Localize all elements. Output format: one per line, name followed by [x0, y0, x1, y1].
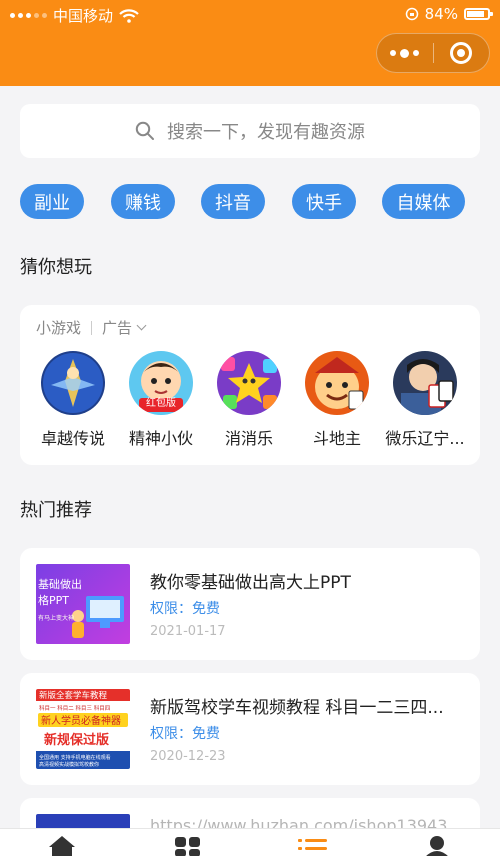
signal-icon: [10, 13, 47, 18]
tag-button[interactable]: 自媒体: [382, 184, 465, 219]
wifi-icon: [119, 8, 139, 23]
thumb-text: 新人学员必备神器: [41, 714, 121, 727]
thumb-text: 科目一 科目二 科目三 科目四: [39, 704, 110, 712]
carrier-label: 中国移动: [53, 7, 114, 25]
list-item[interactable]: 基础做出 格PPT 有马上变大神 教你零基础做出高大上PPT 权限：免费 202…: [20, 548, 480, 660]
item-title: 新版驾校学车视频教程 科目一二三四...: [150, 698, 444, 718]
tag-button[interactable]: 副业: [20, 184, 84, 219]
chevron-down-icon[interactable]: [136, 320, 147, 331]
thumb-text: 新版全套学车教程: [39, 690, 108, 701]
grid-icon[interactable]: [173, 833, 203, 856]
games-source-label: 小游戏: [36, 319, 82, 337]
search-icon: [135, 121, 154, 140]
tab-bar: [0, 828, 500, 856]
permission-label: 权限：免费: [150, 601, 220, 617]
list-icon[interactable]: [298, 833, 328, 856]
game-name: 斗地主: [312, 429, 361, 448]
item-date: 2020-12-23: [150, 749, 226, 764]
search-box[interactable]: 搜索一下，发现有趣资源: [20, 104, 480, 158]
mini-games-card: 小游戏 广告 卓越传说 红包版 精神小伙 消消乐 斗地主 微乐辽宁...: [20, 305, 480, 465]
ad-label[interactable]: 广告: [102, 317, 132, 338]
hot-title: 热门推荐: [20, 500, 92, 521]
game-item[interactable]: 微乐辽宁...: [382, 351, 468, 449]
user-icon[interactable]: [422, 833, 452, 856]
battery-icon: [464, 8, 493, 20]
guess-title: 猜你想玩: [20, 257, 92, 278]
tag-button[interactable]: 赚钱: [111, 184, 175, 219]
course-thumbnail: 新版全套学车教程 科目一 科目二 科目三 科目四 新人学员必备神器 新规保过版 …: [36, 689, 130, 769]
thumb-text: 基础做出: [38, 577, 82, 591]
close-button[interactable]: [433, 34, 489, 72]
status-bar: 中国移动 84%: [0, 0, 500, 30]
game-item[interactable]: 斗地主: [294, 351, 380, 449]
warrior-icon: [41, 351, 105, 415]
item-title: 教你零基础做出高大上PPT: [150, 573, 351, 593]
star-puzzle-icon: [217, 351, 281, 415]
landlord-icon: [305, 351, 369, 415]
game-name: 微乐辽宁...: [385, 429, 465, 448]
permission-label: 权限：免费: [150, 726, 220, 742]
game-item[interactable]: 消消乐: [206, 351, 292, 449]
list-item[interactable]: 新版全套学车教程 科目一 科目二 科目三 科目四 新人学员必备神器 新规保过版 …: [20, 673, 480, 785]
cartoon-boy-icon: 红包版: [129, 351, 193, 415]
header-bar: 中国移动 84%: [0, 0, 500, 86]
home-icon[interactable]: [47, 833, 77, 856]
search-placeholder: 搜索一下，发现有趣资源: [167, 122, 365, 143]
tag-button[interactable]: 快手: [292, 184, 356, 219]
thumb-text: 全国通用 支持手机电脑在线观看: [39, 754, 111, 761]
game-item[interactable]: 红包版 精神小伙: [118, 351, 204, 449]
game-name: 精神小伙: [128, 429, 193, 448]
item-date: 2021-01-17: [150, 624, 226, 639]
card-game-icon: [393, 351, 457, 415]
games-header: 小游戏 广告: [36, 317, 147, 338]
game-item[interactable]: 卓越传说: [30, 351, 116, 449]
tag-row: 副业 赚钱 抖音 快手 自媒体: [20, 184, 480, 220]
thumb-text: 高清视频实战模拟驾校教你: [39, 761, 99, 768]
mini-program-capsule: [376, 33, 490, 73]
thumb-text: 格PPT: [38, 593, 69, 607]
thumb-text: 新规保过版: [44, 732, 109, 748]
course-thumbnail: 基础做出 格PPT 有马上变大神: [36, 564, 130, 644]
tag-button[interactable]: 抖音: [201, 184, 265, 219]
game-name: 卓越传说: [40, 429, 105, 448]
rotation-lock-icon: [405, 7, 418, 21]
game-badge: 红包版: [146, 398, 176, 409]
thumb-text: 有马上变大神: [38, 614, 74, 622]
target-icon: [450, 42, 473, 64]
more-button[interactable]: [377, 34, 433, 72]
battery-percent: 84%: [424, 5, 458, 23]
game-name: 消消乐: [224, 429, 273, 448]
